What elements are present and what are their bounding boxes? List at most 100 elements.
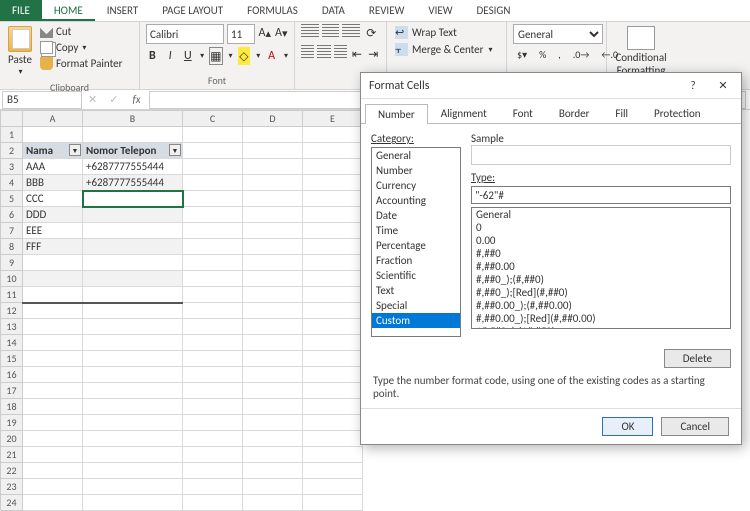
cell[interactable] bbox=[183, 255, 243, 271]
tab-data[interactable]: DATA bbox=[310, 0, 357, 21]
tab-home[interactable]: HOME bbox=[42, 0, 95, 21]
cell[interactable] bbox=[83, 239, 183, 255]
cell[interactable] bbox=[183, 207, 243, 223]
cell[interactable] bbox=[183, 127, 243, 143]
row-header[interactable]: 24 bbox=[1, 495, 23, 511]
row-header[interactable]: 8 bbox=[1, 239, 23, 255]
cell[interactable] bbox=[303, 351, 363, 367]
orientation-button[interactable]: ⟳ bbox=[363, 24, 381, 42]
font-color-button[interactable]: A bbox=[265, 47, 278, 65]
number-format-select[interactable]: General bbox=[513, 24, 603, 44]
filter-arrow-icon[interactable]: ▼ bbox=[69, 144, 81, 156]
col-header-b[interactable]: B bbox=[83, 111, 183, 127]
cell[interactable] bbox=[83, 127, 183, 143]
cell[interactable] bbox=[183, 287, 243, 303]
cell[interactable] bbox=[303, 303, 363, 319]
cell[interactable] bbox=[183, 383, 243, 399]
fx-icon[interactable]: fx bbox=[124, 93, 148, 106]
cell[interactable] bbox=[303, 159, 363, 175]
cell[interactable] bbox=[183, 431, 243, 447]
row-header[interactable]: 15 bbox=[1, 351, 23, 367]
cell[interactable] bbox=[303, 207, 363, 223]
align-center-button[interactable] bbox=[317, 45, 330, 59]
wrap-text-button[interactable]: ↩Wrap Text bbox=[393, 24, 500, 41]
align-left-button[interactable] bbox=[301, 45, 314, 59]
cell[interactable] bbox=[243, 207, 303, 223]
cell[interactable]: AAA bbox=[23, 159, 83, 175]
row-header[interactable]: 20 bbox=[1, 431, 23, 447]
underline-button[interactable]: U bbox=[181, 47, 194, 65]
cell[interactable] bbox=[243, 223, 303, 239]
cell[interactable] bbox=[183, 447, 243, 463]
dialog-tab-number[interactable]: Number bbox=[365, 104, 428, 124]
tab-view[interactable]: VIEW bbox=[416, 0, 464, 21]
cell[interactable] bbox=[243, 399, 303, 415]
row-header[interactable]: 2 bbox=[1, 143, 23, 159]
cell[interactable] bbox=[243, 335, 303, 351]
cell[interactable] bbox=[183, 303, 243, 319]
cell[interactable] bbox=[183, 463, 243, 479]
cell[interactable] bbox=[23, 351, 83, 367]
inc-decimal-button[interactable]: .0→ bbox=[569, 47, 594, 62]
percent-button[interactable]: % bbox=[535, 47, 550, 62]
cancel-button[interactable]: Cancel bbox=[661, 417, 729, 436]
category-item[interactable]: Currency bbox=[372, 178, 460, 193]
accounting-format-button[interactable]: $▾ bbox=[513, 47, 531, 62]
cell[interactable] bbox=[23, 319, 83, 335]
category-item[interactable]: Special bbox=[372, 298, 460, 313]
dialog-tab-fill[interactable]: Fill bbox=[602, 103, 641, 123]
name-box[interactable] bbox=[2, 91, 82, 109]
cell[interactable] bbox=[183, 271, 243, 287]
format-code-list[interactable]: General00.00#,##0#,##0.00#,##0_);(#,##0)… bbox=[471, 207, 731, 329]
cell[interactable] bbox=[23, 127, 83, 143]
cell[interactable] bbox=[243, 159, 303, 175]
decrease-font-button[interactable]: A▾ bbox=[275, 24, 289, 42]
cell[interactable] bbox=[243, 367, 303, 383]
row-header[interactable]: 4 bbox=[1, 175, 23, 191]
increase-font-button[interactable]: A▴ bbox=[258, 24, 272, 42]
cell[interactable] bbox=[303, 175, 363, 191]
format-painter-button[interactable]: Format Painter bbox=[38, 56, 124, 71]
cell[interactable] bbox=[83, 367, 183, 383]
cell[interactable] bbox=[243, 255, 303, 271]
cell[interactable] bbox=[23, 303, 83, 319]
format-code-item[interactable]: #,##0.00_);(#,##0.00) bbox=[472, 299, 730, 312]
cell[interactable]: BBB bbox=[23, 175, 83, 191]
dialog-close-button[interactable]: ✕ bbox=[713, 79, 733, 92]
row-header[interactable]: 12 bbox=[1, 303, 23, 319]
category-item[interactable]: Accounting bbox=[372, 193, 460, 208]
cell[interactable] bbox=[243, 127, 303, 143]
category-item[interactable]: Fraction bbox=[372, 253, 460, 268]
merge-center-button[interactable]: ⫟Merge & Center▾ bbox=[393, 41, 500, 58]
row-header[interactable]: 19 bbox=[1, 415, 23, 431]
row-header[interactable]: 3 bbox=[1, 159, 23, 175]
row-header[interactable]: 18 bbox=[1, 399, 23, 415]
cell[interactable] bbox=[303, 223, 363, 239]
cell[interactable] bbox=[183, 351, 243, 367]
tab-formulas[interactable]: FORMULAS bbox=[235, 0, 310, 21]
col-header-d[interactable]: D bbox=[243, 111, 303, 127]
cell[interactable] bbox=[83, 431, 183, 447]
cell[interactable]: Nama▼ bbox=[23, 143, 83, 159]
category-item[interactable]: Text bbox=[372, 283, 460, 298]
border-button[interactable]: ▦ bbox=[209, 47, 222, 65]
row-header[interactable]: 13 bbox=[1, 319, 23, 335]
cell[interactable]: +6287777555444 bbox=[83, 159, 183, 175]
cell[interactable] bbox=[23, 479, 83, 495]
category-item[interactable]: General bbox=[372, 148, 460, 163]
paste-button[interactable]: Paste▾ bbox=[6, 24, 34, 79]
row-header[interactable]: 21 bbox=[1, 447, 23, 463]
cell[interactable] bbox=[303, 287, 363, 303]
cell[interactable] bbox=[23, 383, 83, 399]
copy-button[interactable]: Copy▾ bbox=[38, 40, 124, 55]
cell[interactable] bbox=[303, 335, 363, 351]
bold-button[interactable]: B bbox=[146, 47, 159, 65]
tab-pagelayout[interactable]: PAGE LAYOUT bbox=[150, 0, 235, 21]
cell[interactable] bbox=[23, 495, 83, 511]
row-header[interactable]: 16 bbox=[1, 367, 23, 383]
cell[interactable] bbox=[303, 463, 363, 479]
cell[interactable] bbox=[183, 239, 243, 255]
dialog-tab-border[interactable]: Border bbox=[546, 103, 603, 123]
category-item[interactable]: Date bbox=[372, 208, 460, 223]
cell[interactable] bbox=[23, 287, 83, 303]
